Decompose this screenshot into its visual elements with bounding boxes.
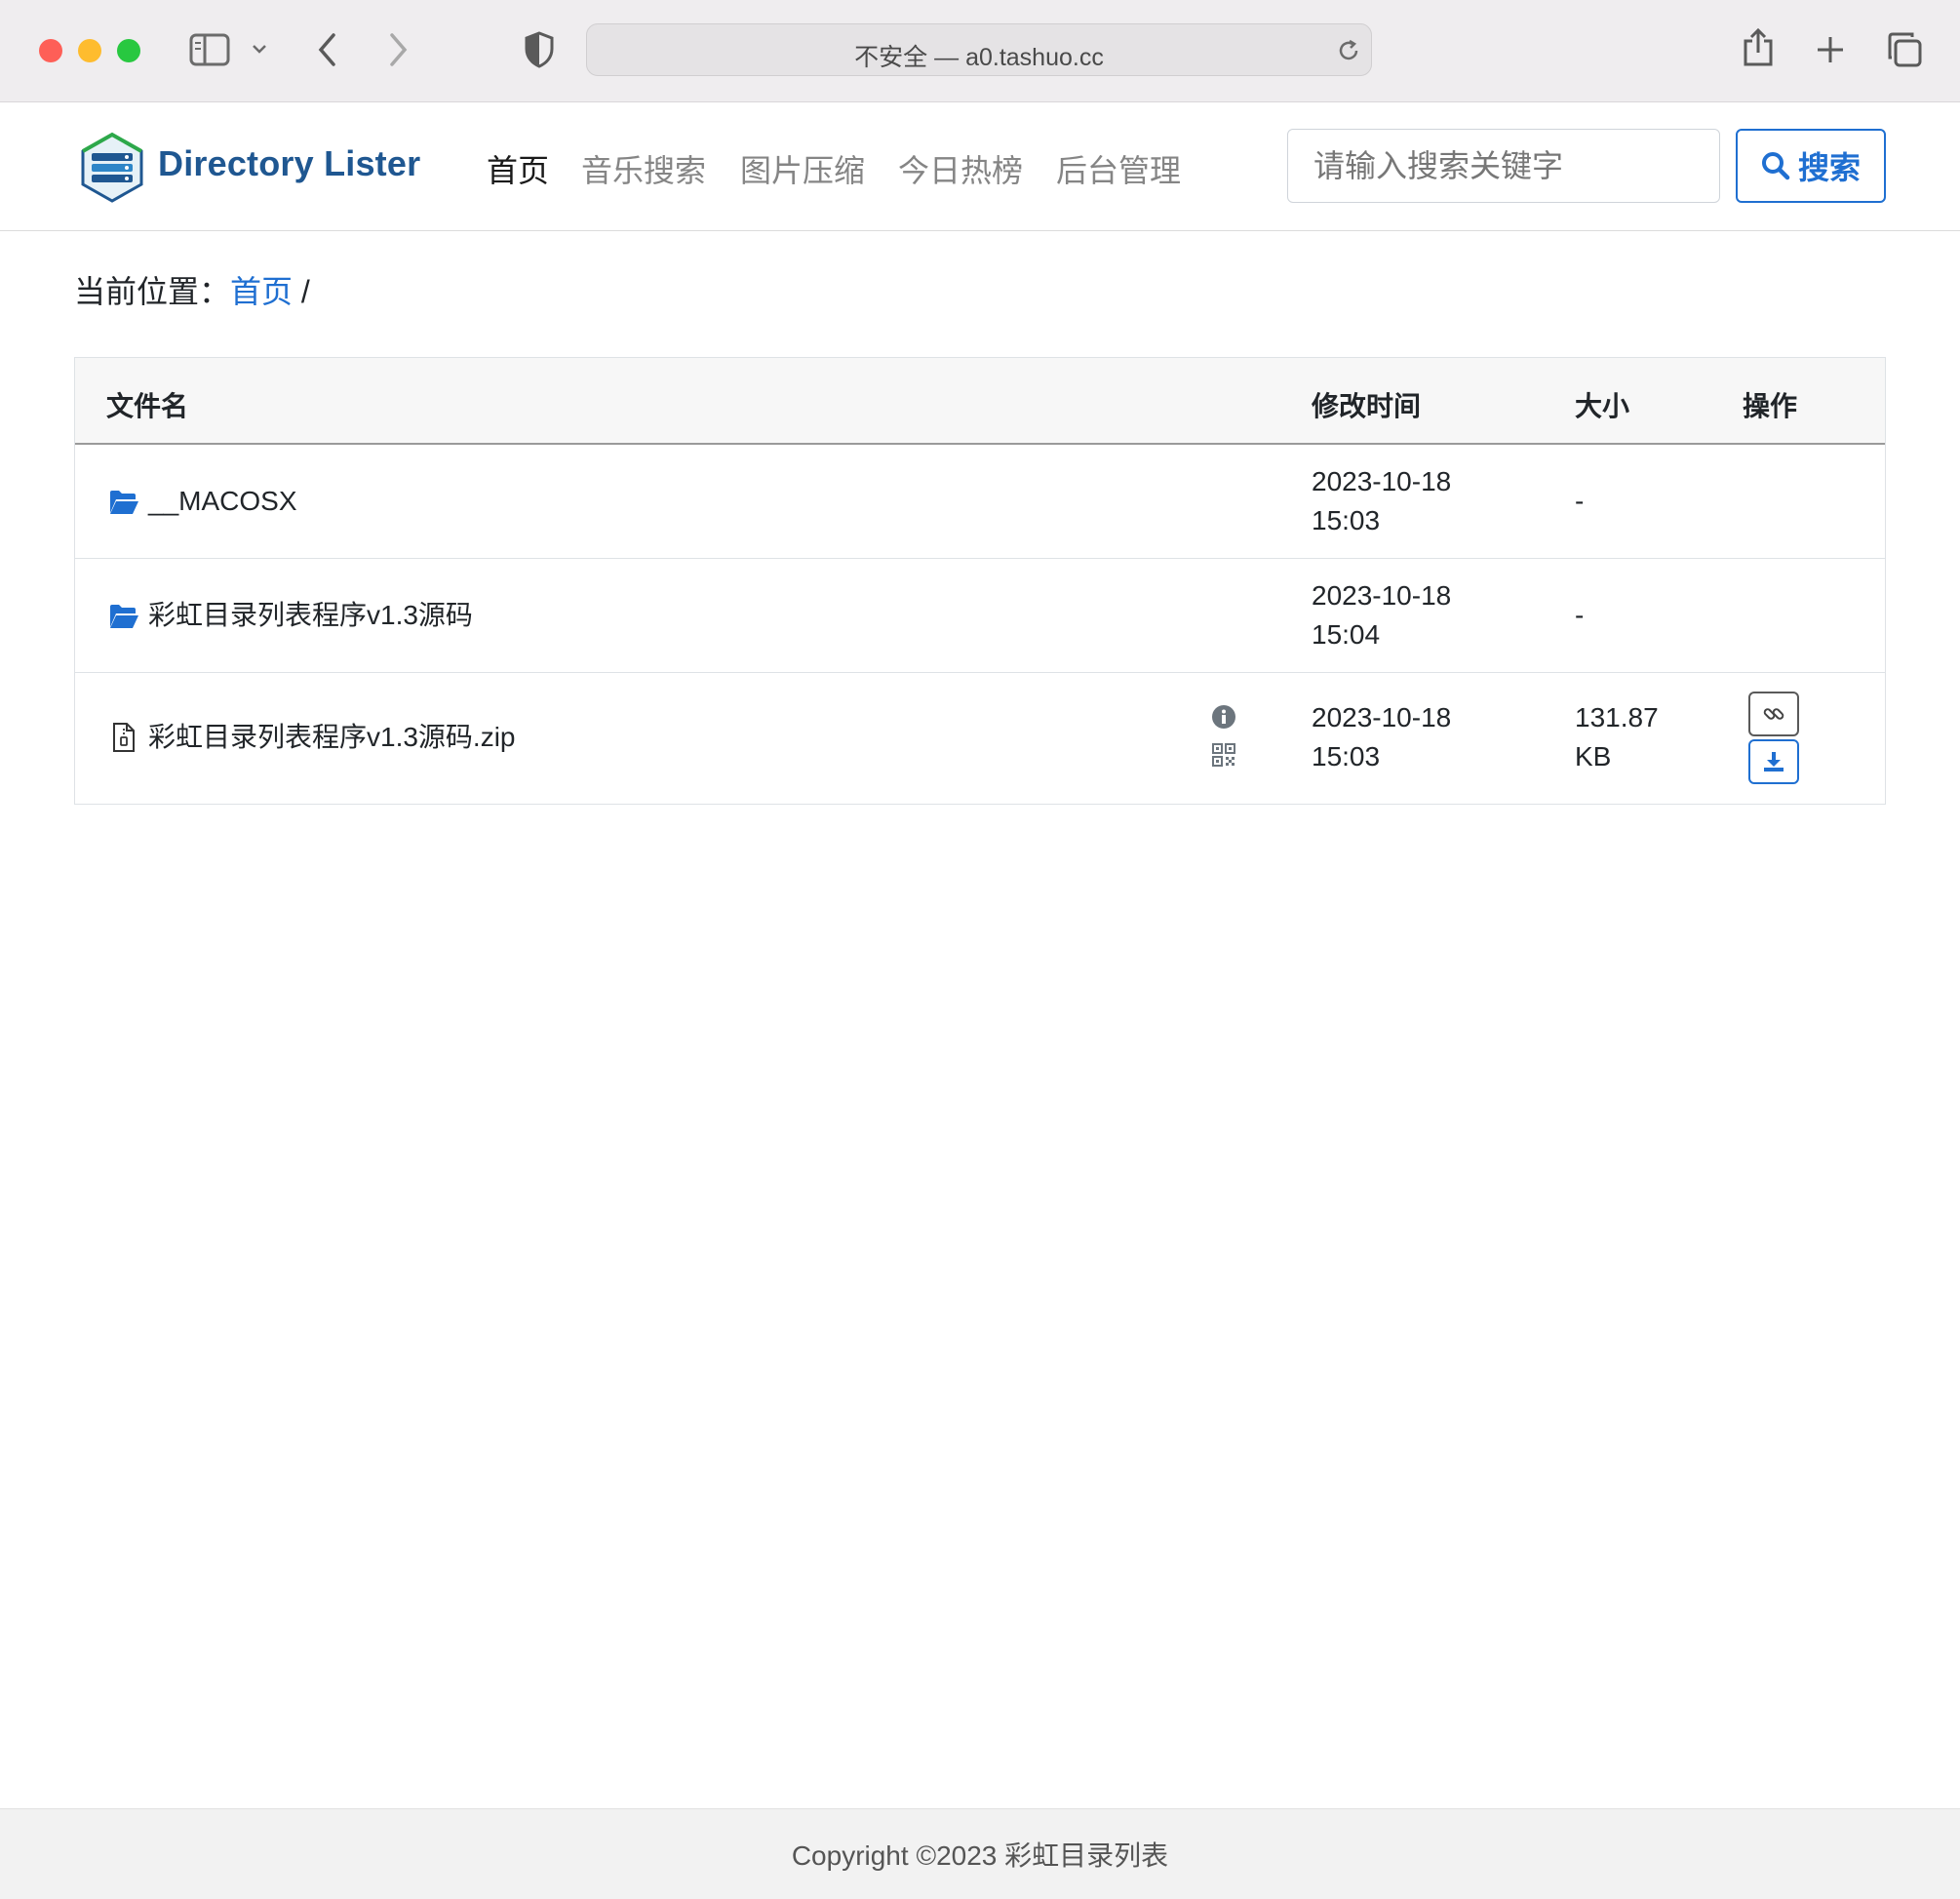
sidebar-toggle-icon[interactable]: [189, 33, 230, 66]
brand-name[interactable]: Directory Lister: [158, 143, 420, 184]
link-icon: [1763, 708, 1784, 720]
table-row[interactable]: 彩虹目录列表程序v1.3源码 2023-10-18 15:04 -: [75, 559, 1885, 673]
column-header-actions: 操作: [1743, 391, 1798, 421]
window-minimize-button[interactable]: [78, 39, 101, 62]
file-size: -: [1575, 600, 1585, 630]
privacy-shield-icon[interactable]: [525, 31, 554, 68]
address-bar[interactable]: 不安全 — a0.tashuo.cc: [586, 23, 1372, 76]
modified-date: 2023-10-18: [1312, 466, 1452, 496]
search-button[interactable]: 搜索: [1736, 129, 1886, 203]
copy-link-button[interactable]: [1748, 692, 1799, 736]
modified-time: 15:04: [1312, 619, 1381, 650]
file-name-link[interactable]: 彩虹目录列表程序v1.3源码.zip: [148, 718, 516, 757]
qr-code-icon[interactable]: [1212, 743, 1235, 767]
file-name-link[interactable]: 彩虹目录列表程序v1.3源码: [148, 596, 473, 635]
tab-overview-icon[interactable]: [1886, 31, 1923, 68]
folder-open-icon: [110, 605, 138, 628]
folder-open-icon: [110, 491, 138, 514]
breadcrumb-separator: /: [300, 274, 310, 309]
file-size: 131.87: [1575, 702, 1659, 732]
nav-link-admin[interactable]: 后台管理: [1056, 146, 1181, 191]
table-header: 文件名 修改时间 大小 操作: [75, 358, 1885, 445]
copyright-text: Copyright ©2023 彩虹目录列表: [791, 1840, 1169, 1871]
column-header-name[interactable]: 文件名: [106, 385, 188, 424]
directory-lister-logo-icon[interactable]: [76, 132, 148, 204]
modified-time: 15:03: [1312, 505, 1381, 535]
site-navbar: Directory Lister 首页 音乐搜索 图片压缩 今日热榜 后台管理 …: [0, 102, 1960, 231]
download-icon: [1764, 752, 1784, 771]
reload-icon[interactable]: [1336, 38, 1361, 63]
file-table: 文件名 修改时间 大小 操作 __MACOSX 2023-10-18 15:03…: [74, 357, 1886, 805]
back-icon[interactable]: [316, 31, 339, 68]
modified-time: 15:03: [1312, 741, 1381, 771]
nav-link-music-search[interactable]: 音乐搜索: [581, 146, 706, 191]
browser-toolbar: 不安全 — a0.tashuo.cc: [0, 0, 1960, 102]
info-icon[interactable]: [1211, 704, 1236, 730]
chevron-down-icon[interactable]: [252, 43, 267, 55]
file-size: -: [1575, 486, 1585, 516]
new-tab-icon[interactable]: [1816, 35, 1845, 64]
file-size-unit: KB: [1575, 741, 1612, 771]
search-input[interactable]: [1287, 129, 1720, 203]
nav-link-image-compress[interactable]: 图片压缩: [740, 146, 865, 191]
breadcrumb: 当前位置：首页 /: [74, 267, 310, 312]
share-icon[interactable]: [1742, 27, 1775, 68]
modified-date: 2023-10-18: [1312, 580, 1452, 611]
table-row[interactable]: 彩虹目录列表程序v1.3源码.zip 2023-10-18 15:03 131.…: [75, 673, 1885, 804]
column-header-size[interactable]: 大小: [1575, 385, 1629, 424]
table-row[interactable]: __MACOSX 2023-10-18 15:03 -: [75, 445, 1885, 559]
column-header-modified[interactable]: 修改时间: [1312, 385, 1421, 424]
modified-date: 2023-10-18: [1312, 702, 1452, 732]
nav-link-home[interactable]: 首页: [487, 146, 549, 191]
download-button[interactable]: [1748, 739, 1799, 784]
file-name-link[interactable]: __MACOSX: [148, 482, 297, 521]
footer: Copyright ©2023 彩虹目录列表: [0, 1808, 1960, 1899]
window-close-button[interactable]: [39, 39, 62, 62]
window-maximize-button[interactable]: [117, 39, 140, 62]
breadcrumb-home-link[interactable]: 首页: [230, 274, 293, 309]
forward-icon[interactable]: [386, 31, 410, 68]
breadcrumb-label: 当前位置：: [74, 274, 231, 309]
address-text: 不安全 — a0.tashuo.cc: [854, 44, 1104, 71]
search-button-label: 搜索: [1797, 150, 1861, 185]
zip-file-icon: [113, 723, 135, 752]
search-icon: [1761, 152, 1790, 180]
nav-link-trending[interactable]: 今日热榜: [898, 146, 1023, 191]
